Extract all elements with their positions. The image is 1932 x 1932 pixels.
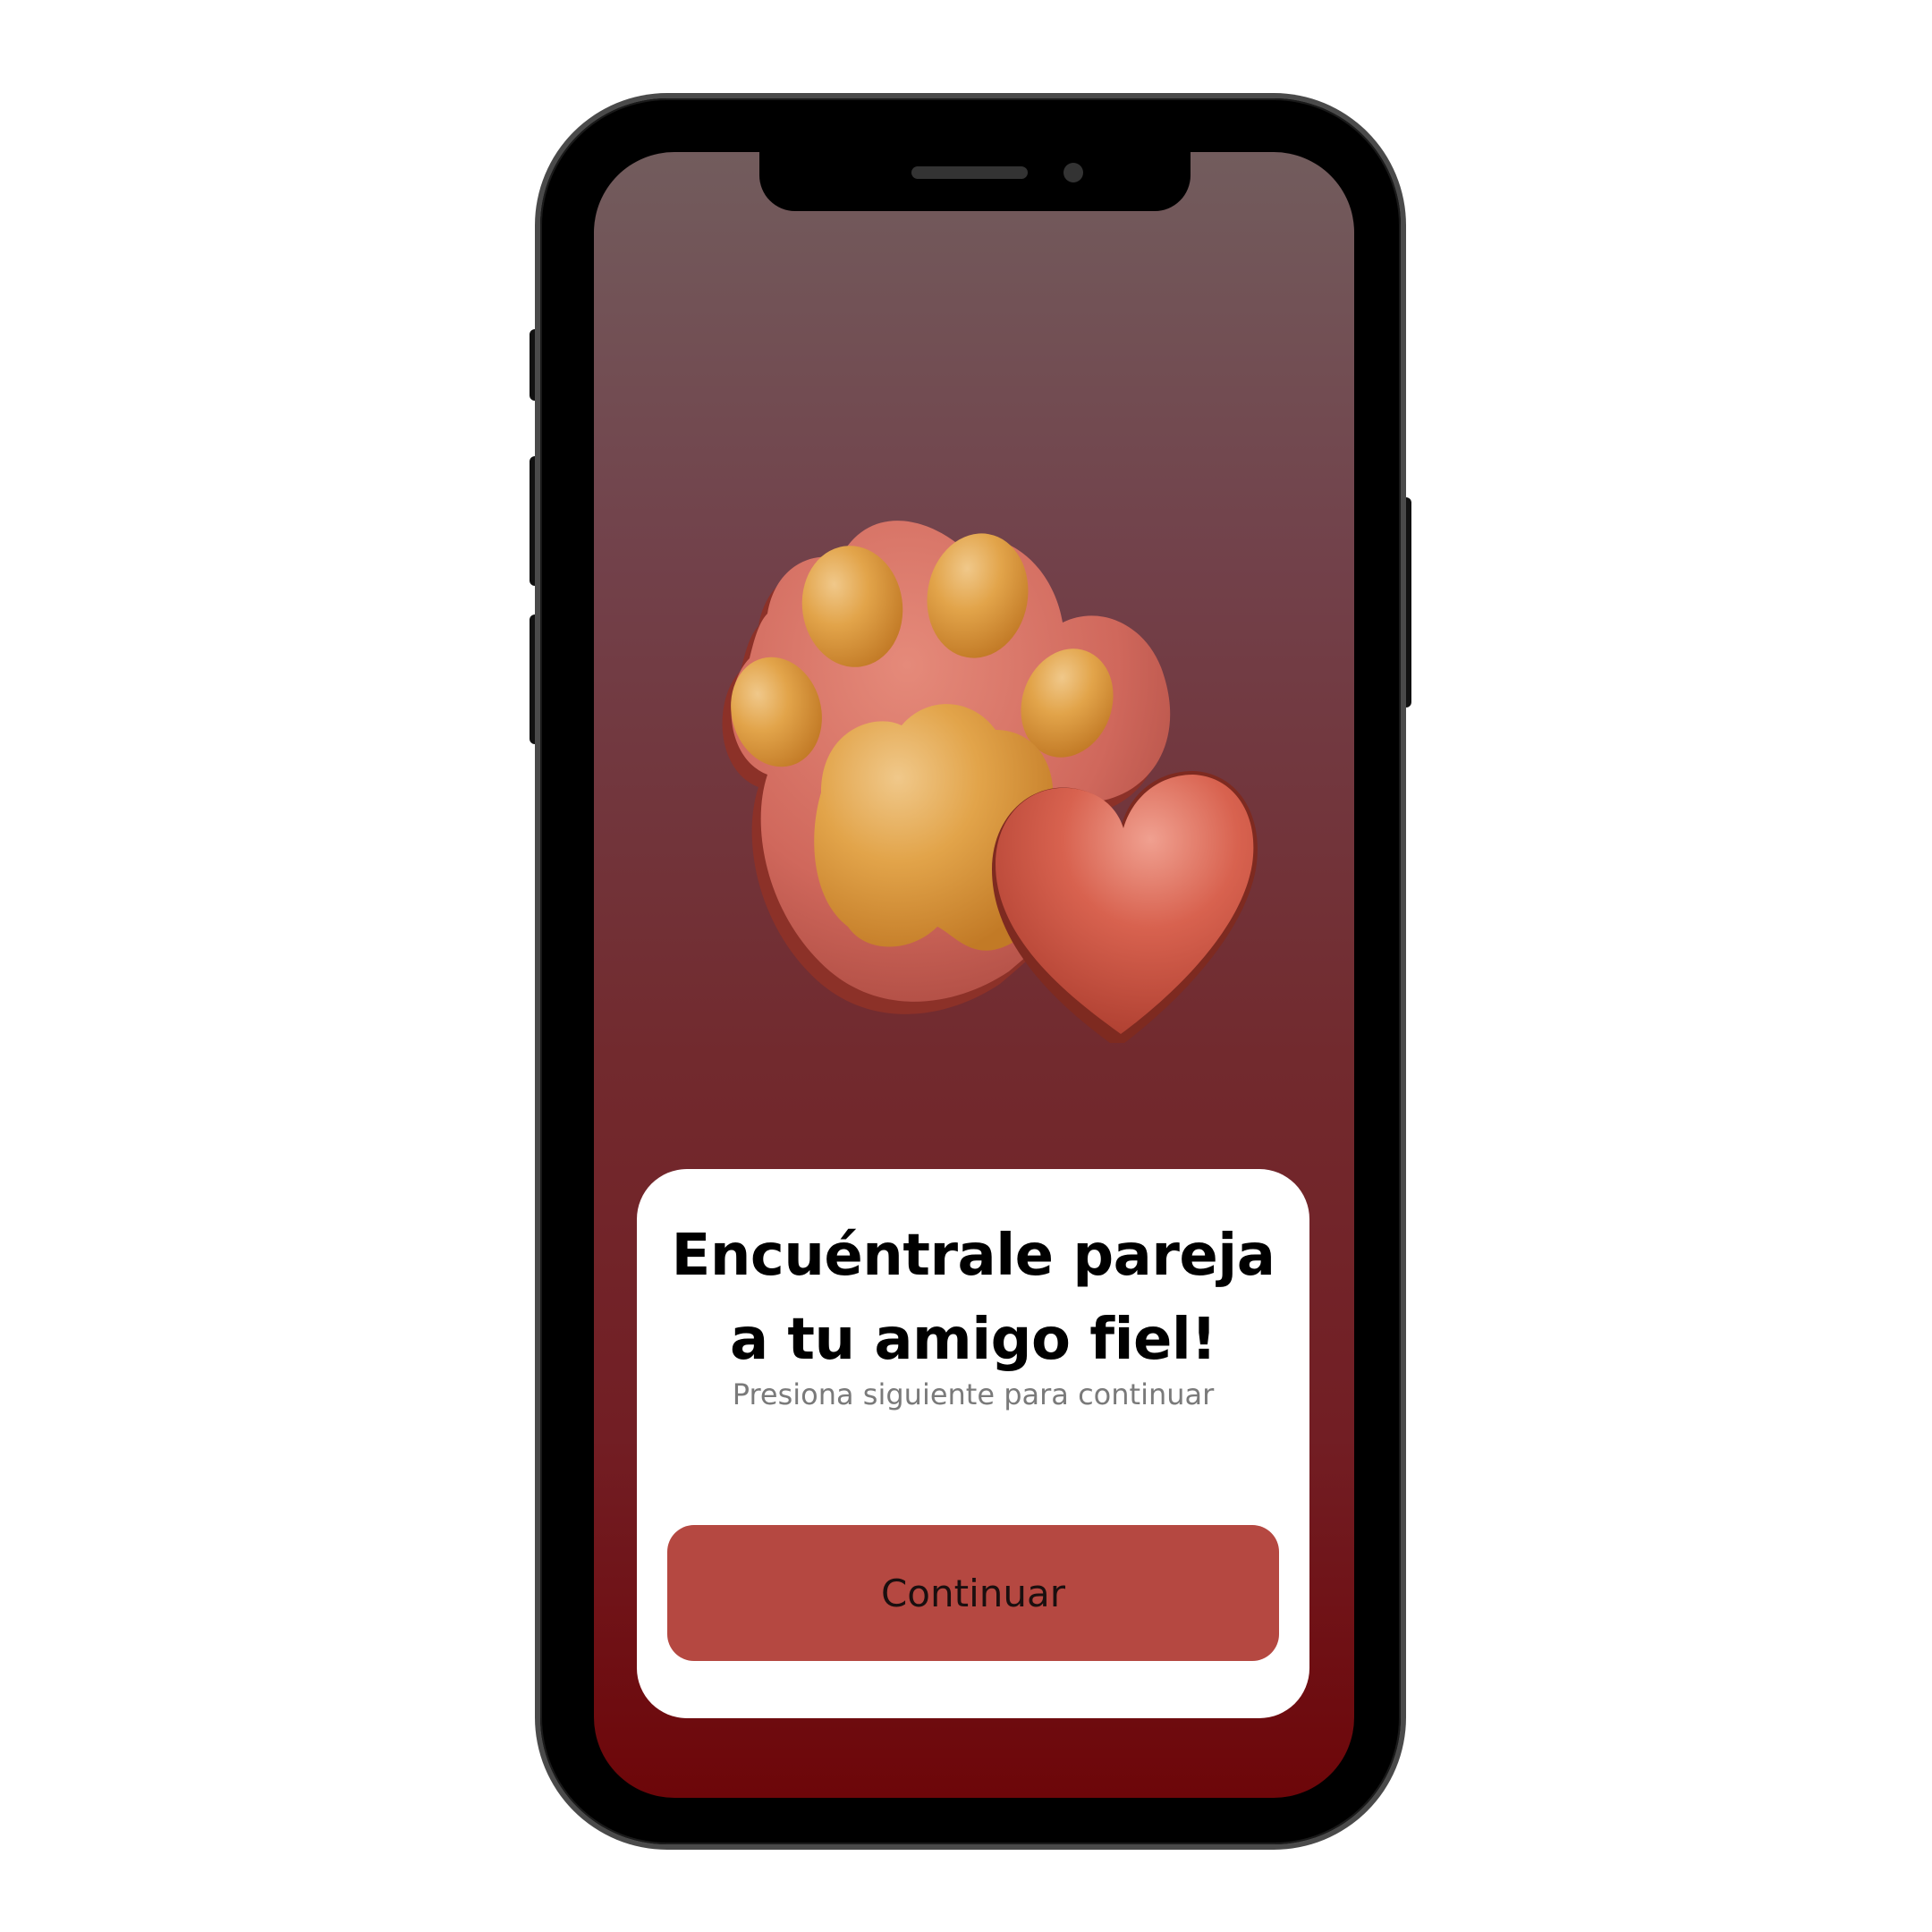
continue-button-label: Continuar [880,1571,1066,1615]
power-button [1399,497,1411,708]
phone-screen: Encuéntrale pareja a tu amigo fiel! Presi… [594,152,1354,1798]
app-mockup: Encuéntrale pareja a tu amigo fiel! Presi… [0,0,1932,1932]
paw-with-heart-icon [687,506,1259,1048]
front-camera [1063,163,1083,182]
speaker-grille [911,166,1028,179]
notch [759,152,1191,211]
continue-button[interactable]: Continuar [667,1525,1279,1661]
onboarding-title: Encuéntrale pareja a tu amigo fiel! [655,1214,1292,1382]
title-line-2: a tu amigo fiel! [729,1307,1217,1373]
title-line-1: Encuéntrale pareja [671,1223,1275,1289]
onboarding-subtitle: Presiona siguiente para continuar [732,1377,1215,1411]
phone-frame: Encuéntrale pareja a tu amigo fiel! Presi… [540,98,1401,1844]
onboarding-card: Encuéntrale pareja a tu amigo fiel! Presi… [637,1169,1309,1718]
